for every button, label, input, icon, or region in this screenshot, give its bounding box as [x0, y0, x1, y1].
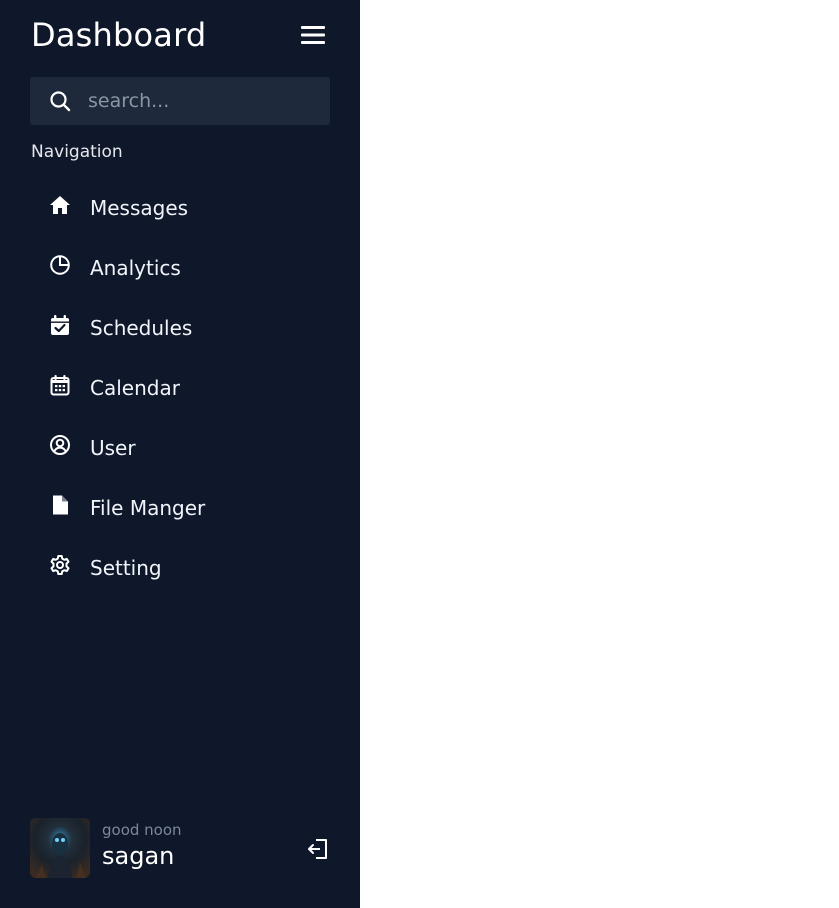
- nav-heading: Navigation: [31, 142, 123, 162]
- home-icon: [49, 194, 71, 216]
- nav-label: Messages: [90, 196, 189, 220]
- user-profile: good noon sagan: [30, 818, 330, 878]
- hamburger-menu-icon: [301, 26, 325, 44]
- menu-toggle-button[interactable]: [300, 23, 326, 47]
- nav-item-user[interactable]: User: [30, 418, 330, 478]
- greeting-text: good noon: [102, 821, 182, 839]
- nav-label: User: [90, 436, 136, 460]
- nav-item-analytics[interactable]: Analytics: [30, 238, 330, 298]
- nav-item-messages[interactable]: Messages: [30, 178, 330, 238]
- username: sagan: [102, 842, 175, 870]
- pie-chart-icon: [49, 254, 71, 276]
- nav-label: File Manger: [90, 496, 206, 520]
- main-content: [360, 0, 839, 908]
- sidebar: Dashboard Navigation Messages: [0, 0, 360, 908]
- sidebar-header: Dashboard: [30, 14, 330, 56]
- search-box: [30, 77, 330, 125]
- nav-item-setting[interactable]: Setting: [30, 538, 330, 598]
- nav-label: Schedules: [90, 316, 193, 340]
- nav-label: Setting: [90, 556, 162, 580]
- search-icon: [50, 91, 71, 112]
- logout-button[interactable]: [306, 837, 330, 861]
- nav-label: Calendar: [90, 376, 180, 400]
- avatar[interactable]: [30, 818, 90, 878]
- nav-list: Messages Analytics Schedules Calendar Us…: [30, 178, 330, 598]
- gear-icon: [49, 554, 71, 576]
- calendar-check-icon: [49, 314, 71, 336]
- logout-icon: [308, 839, 327, 859]
- calendar-icon: [49, 374, 71, 396]
- nav-item-file-manager[interactable]: File Manger: [30, 478, 330, 538]
- nav-label: Analytics: [90, 256, 181, 280]
- nav-item-calendar[interactable]: Calendar: [30, 358, 330, 418]
- app-title: Dashboard: [31, 16, 207, 54]
- nav-item-schedules[interactable]: Schedules: [30, 298, 330, 358]
- user-circle-icon: [49, 434, 71, 456]
- search-input[interactable]: [88, 77, 318, 125]
- file-icon: [49, 494, 71, 516]
